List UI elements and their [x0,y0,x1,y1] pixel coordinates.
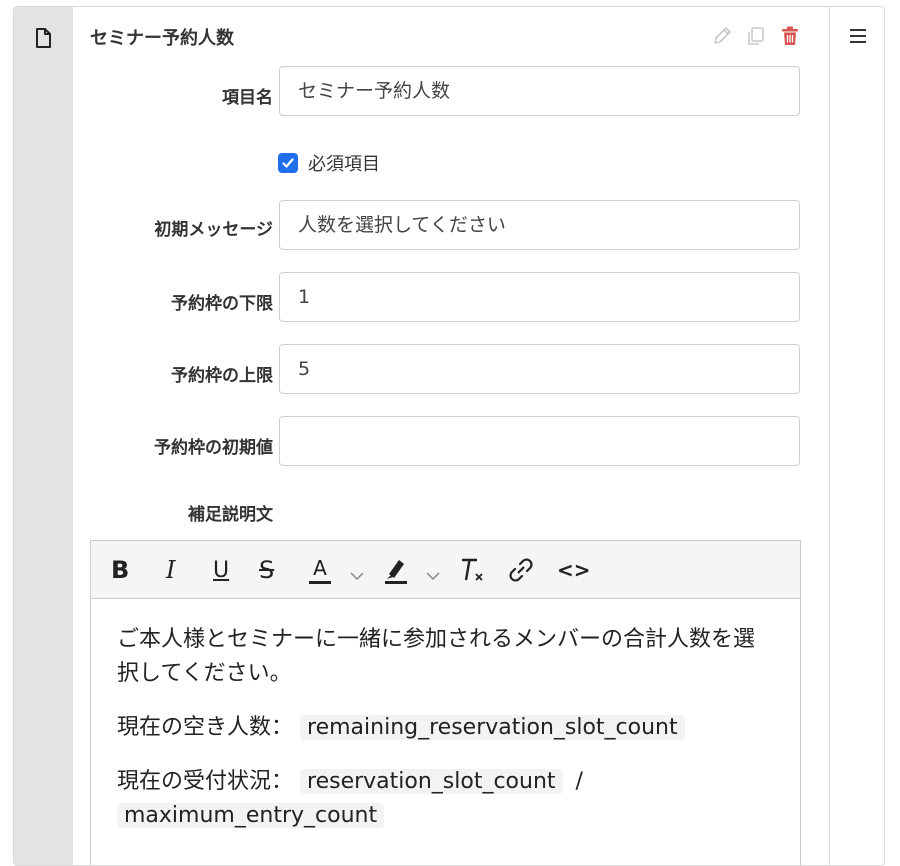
vacancy-prefix: 現在の空き人数： [117,715,294,740]
editor-toolbar: B I U S A <> [91,541,800,599]
maximum-entry-variable: maximum_entry_count [117,803,385,828]
checkmark-icon [282,158,294,168]
slot-initial-input[interactable] [279,416,800,466]
editor-content[interactable]: ご本人様とセミナーに一緒に参加されるメンバーの合計人数を選択してください。 現在… [91,599,800,833]
slot-max-input[interactable]: 5 [279,344,800,394]
drag-handle-column [829,7,884,865]
status-separator: / [575,769,583,794]
initial-message-label: 初期メッセージ [154,220,273,240]
hamburger-menu-icon[interactable] [849,28,867,44]
link-icon[interactable] [506,555,536,585]
status-prefix: 現在の受付状況： [117,769,294,794]
card-title: セミナー予約人数 [90,28,234,49]
copy-icon[interactable] [745,25,767,47]
form-item-card: セミナー予約人数 項目名 セミナー予約人数 必須項目 初期メッセージ 人数を選択… [13,6,885,866]
editor-paragraph-2: 現在の空き人数： remaining_reservation_slot_coun… [117,711,774,745]
initial-message-input[interactable]: 人数を選択してください [279,200,800,250]
underline-button[interactable]: U [213,555,229,585]
delete-trash-icon[interactable] [779,25,801,47]
highlight-chevron-down-icon[interactable] [425,561,441,591]
slot-initial-label: 予約枠の初期値 [154,438,273,458]
required-checkbox-row[interactable]: 必須項目 [278,150,380,176]
item-type-column [14,7,73,865]
document-icon [36,28,51,48]
edit-pencil-icon[interactable] [711,25,733,47]
editor-paragraph-1: ご本人様とセミナーに一緒に参加されるメンバーの合計人数を選択してください。 [117,627,756,686]
font-color-bar [309,580,331,584]
required-checkbox[interactable] [278,153,298,173]
highlight-marker-icon[interactable] [381,555,411,585]
required-checkbox-label: 必須項目 [308,154,380,175]
slot-min-label: 予約枠の下限 [171,294,273,314]
title-actions [711,25,801,47]
item-name-label: 項目名 [222,88,273,108]
code-view-button[interactable]: <> [557,555,591,585]
slot-min-input[interactable]: 1 [279,272,800,322]
editor-paragraph-3: 現在の受付状況： reservation_slot_count / maximu… [117,765,774,833]
supplement-label: 補足説明文 [188,505,273,525]
font-color-button[interactable]: A [309,555,331,585]
font-color-letter: A [313,555,327,580]
reservation-slot-variable: reservation_slot_count [300,769,563,794]
strikethrough-button[interactable]: S [259,555,274,585]
font-color-chevron-down-icon[interactable] [349,561,365,591]
slot-max-label: 予約枠の上限 [171,366,273,386]
clear-format-icon[interactable] [457,555,487,585]
item-settings-panel: セミナー予約人数 項目名 セミナー予約人数 必須項目 初期メッセージ 人数を選択… [73,7,829,865]
bold-button[interactable]: B [111,555,129,585]
italic-button[interactable]: I [166,555,175,585]
remaining-slot-variable: remaining_reservation_slot_count [300,715,685,740]
item-name-input[interactable]: セミナー予約人数 [279,66,800,116]
rich-text-editor: B I U S A <> ご本人様とセミナーに一緒に参加されるメンバーの合計人数… [90,540,801,865]
